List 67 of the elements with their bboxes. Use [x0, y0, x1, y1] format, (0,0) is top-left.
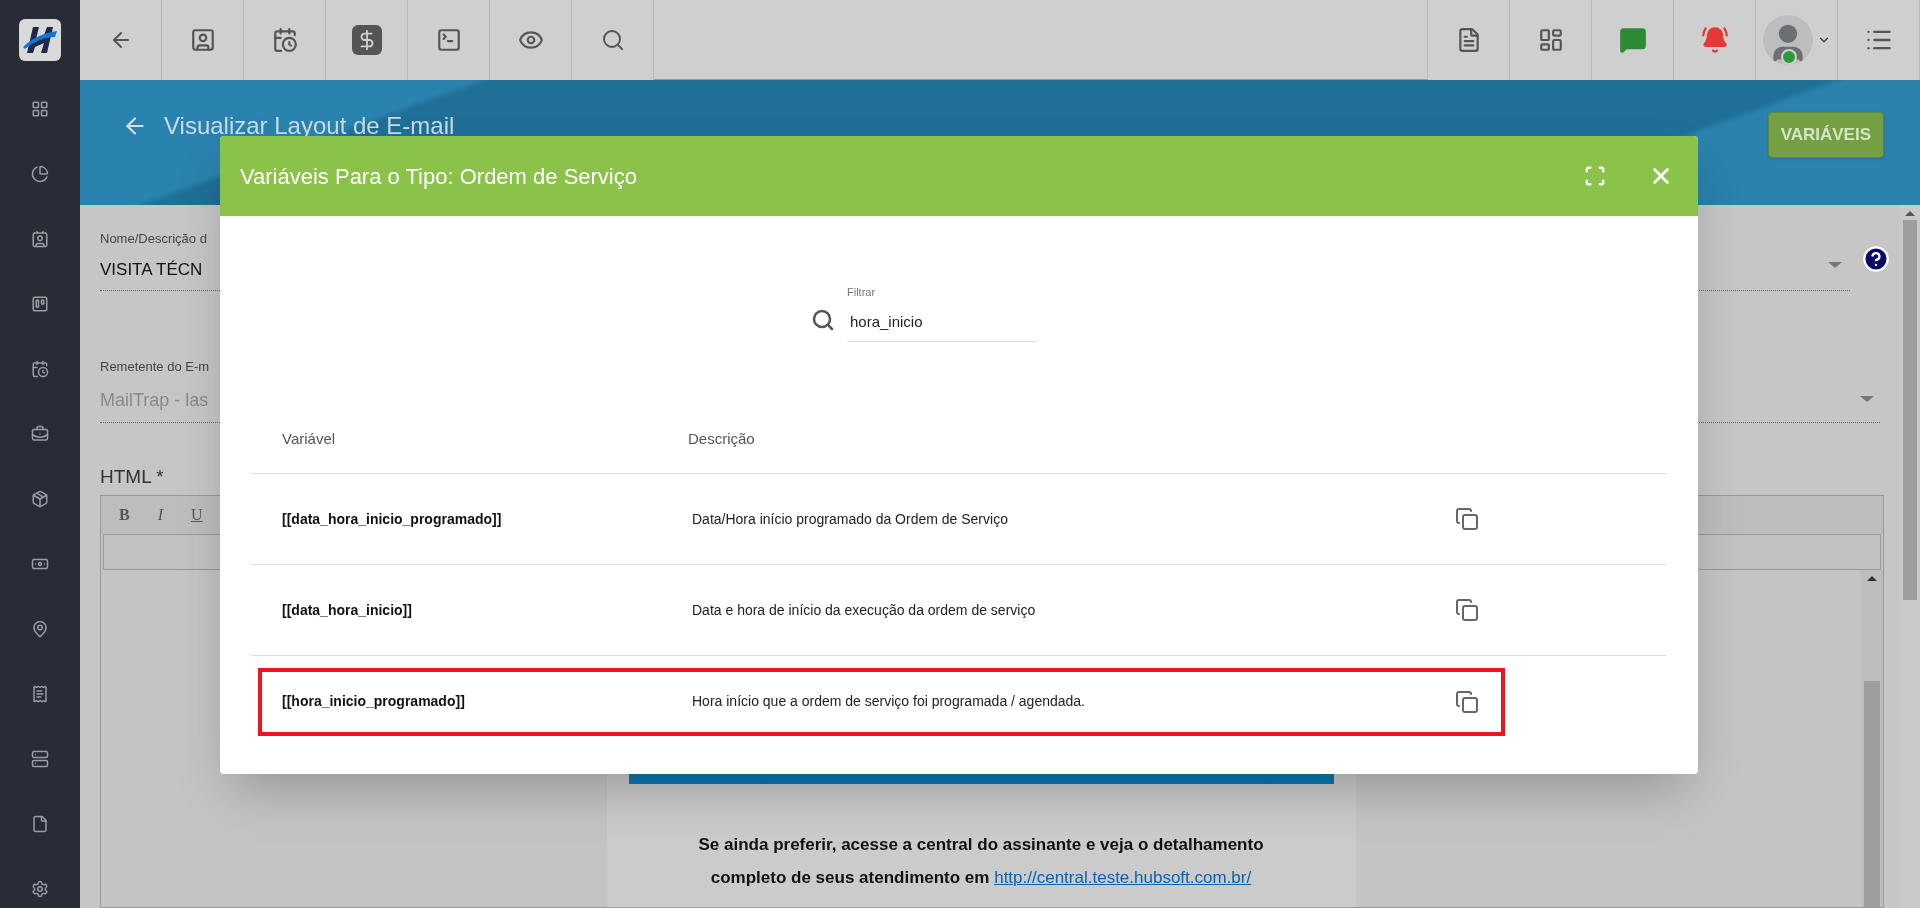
copy-icon[interactable]	[1455, 598, 1479, 622]
filter-value: hora_inicio	[850, 311, 924, 332]
column-header: Variável	[281, 429, 337, 449]
page-title: Visualizar Layout de E-mail	[164, 111, 455, 141]
dashboard-button[interactable]	[1510, 0, 1592, 80]
dollar-icon	[351, 25, 382, 55]
finance-button[interactable]	[326, 0, 408, 80]
server-icon[interactable]	[31, 750, 49, 768]
name-value: VISITA TÉCN	[100, 258, 204, 281]
search-icon	[600, 28, 625, 52]
dashboard-icon	[1537, 27, 1564, 53]
variable-name: [[hora_inicio_programado]]	[281, 692, 466, 711]
contact-card-icon	[189, 27, 216, 53]
variable-description: Data/Hora início programado da Ordem de Serviço	[692, 509, 1009, 529]
format-tool-button[interactable]: B	[119, 503, 130, 527]
briefcase-icon[interactable]	[31, 425, 49, 443]
calendar-clock-icon	[271, 27, 298, 53]
variable-name: [[data_hora_inicio]]	[281, 600, 413, 620]
board-icon[interactable]	[31, 295, 49, 313]
variable-description: Data e hora de início da execução da ordem de serviço	[692, 600, 1037, 620]
chat-bubble-icon	[1618, 26, 1647, 54]
dropdown-arrow-icon[interactable]	[1860, 395, 1874, 402]
variable-row[interactable]: [[hora_inicio_programado]] Hora início que a ordem de serviço foi programada / agendada.	[258, 667, 1505, 736]
receipt-icon[interactable]	[31, 685, 49, 703]
calendar-button[interactable]	[244, 0, 326, 80]
alarm-bell-button[interactable]	[1674, 0, 1756, 80]
column-header: Descrição	[688, 429, 755, 449]
pdf-button[interactable]	[1428, 0, 1510, 80]
sender-label: Remetente do E-m	[100, 358, 210, 376]
filter-field[interactable]: Filtrar hora_inicio	[847, 284, 1037, 342]
package-icon[interactable]	[31, 490, 49, 508]
sender-value: MailTrap - las	[100, 388, 210, 412]
copy-icon[interactable]	[1455, 689, 1479, 714]
variable-description: Hora início que a ordem de serviço foi programada / agendada.	[692, 692, 1086, 711]
terminal-button[interactable]	[408, 0, 490, 80]
copy-icon[interactable]	[1455, 507, 1479, 531]
format-tool-button[interactable]: U	[191, 503, 203, 527]
variable-row[interactable]: [[data_hora_inicio]] Data e hora de início da execução da ordem de serviço	[258, 576, 1505, 644]
message-button[interactable]	[1592, 0, 1674, 80]
pie-chart-icon[interactable]	[31, 165, 49, 183]
contact-button[interactable]	[162, 0, 244, 80]
dialog-title: Variáveis Para o Tipo: Ordem de Serviço	[240, 162, 637, 191]
terminal-icon	[435, 27, 462, 53]
document-icon[interactable]	[31, 815, 49, 833]
name-label: Nome/Descrição d	[100, 230, 207, 248]
search-icon	[811, 308, 835, 332]
variables-button[interactable]: VARIÁVEIS	[1767, 112, 1884, 158]
help-icon[interactable]	[1862, 245, 1890, 273]
editor-scrollbar[interactable]	[1861, 570, 1883, 907]
bell-icon	[1700, 26, 1729, 54]
variable-name: [[data_hora_inicio_programado]]	[281, 509, 503, 529]
dropdown-arrow-icon[interactable]	[1828, 262, 1842, 268]
central-link[interactable]: http://central.teste.hubsoft.com.br/	[994, 868, 1252, 887]
preview-text: Se ainda preferir, acesse a central do assinante e veja o detalhamento completo de seus atendimento em http://central.teste.hubsoft.com.br/	[697, 834, 1265, 889]
grid-icon[interactable]	[31, 100, 49, 118]
map-pin-icon[interactable]	[31, 620, 49, 638]
calendar-clock-icon[interactable]	[31, 360, 49, 378]
format-tool-button[interactable]: I	[157, 503, 163, 527]
view-button[interactable]	[490, 0, 572, 80]
avatar-icon	[1762, 15, 1813, 65]
filter-label: Filtrar	[847, 285, 877, 300]
variable-row[interactable]: [[data_hora_inicio_programado]] Data/Hora início programado da Ordem de Serviço	[258, 485, 1505, 553]
user-menu-button[interactable]	[1756, 0, 1838, 80]
html-label: HTML *	[100, 464, 164, 489]
logo-icon[interactable]	[19, 19, 61, 61]
settings-icon[interactable]	[31, 880, 49, 898]
contact-card-icon[interactable]	[31, 230, 49, 248]
